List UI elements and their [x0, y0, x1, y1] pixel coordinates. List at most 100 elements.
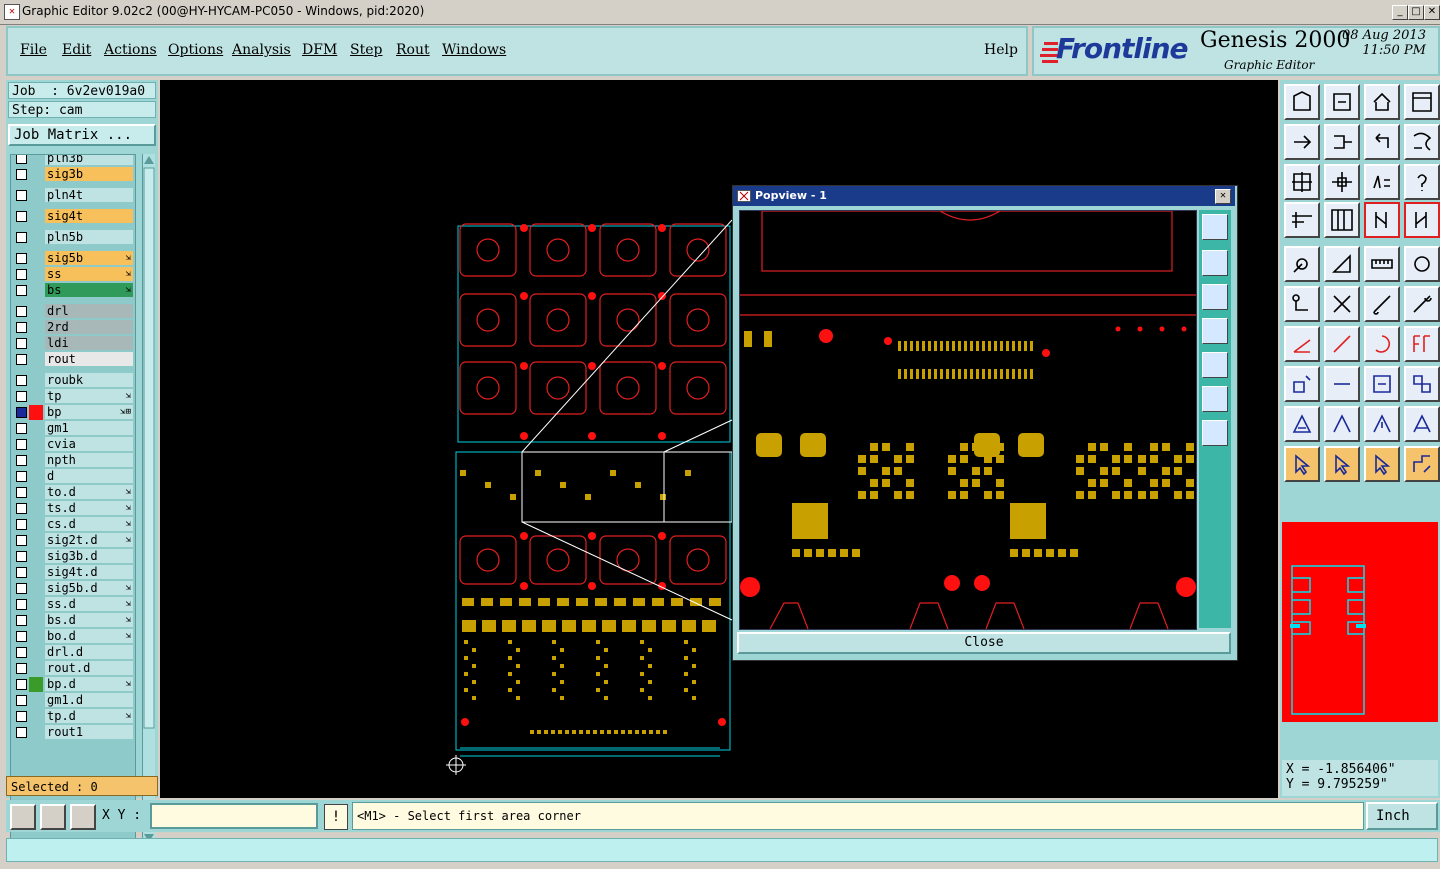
layer-checkbox[interactable]	[16, 487, 27, 498]
layer-display-marker[interactable]	[29, 613, 43, 628]
layer-row[interactable]: rout1	[11, 725, 135, 740]
layer-display-marker[interactable]	[29, 597, 43, 612]
layer-row[interactable]: tp.d ⇲	[11, 709, 135, 724]
layer-row[interactable]: roubk	[11, 373, 135, 388]
layer-name[interactable]: ss	[45, 267, 133, 281]
layer-display-marker[interactable]	[29, 155, 43, 166]
layer-name[interactable]: bs	[45, 283, 133, 297]
layer-checkbox[interactable]	[16, 423, 27, 434]
layer-row[interactable]: ss ⇲	[11, 267, 135, 282]
layer-scrollbar[interactable]	[142, 154, 155, 844]
layer-row[interactable]: cs.d ⇲	[11, 517, 135, 532]
menu-dfm[interactable]: DFM	[302, 42, 337, 58]
layer-row[interactable]: ts.d ⇲	[11, 501, 135, 516]
layer-name[interactable]: sig5b	[45, 251, 133, 265]
layer-checkbox[interactable]	[16, 647, 27, 658]
layer-row[interactable]: gm1.d	[11, 693, 135, 708]
layer-checkbox[interactable]	[16, 727, 27, 738]
layer-display-marker[interactable]	[29, 267, 43, 282]
layer-row[interactable]: sig5b ⇲	[11, 251, 135, 266]
layer-display-marker[interactable]	[29, 421, 43, 436]
layer-row[interactable]: tp ⇲	[11, 389, 135, 404]
layer-checkbox[interactable]	[16, 535, 27, 546]
layer-display-marker[interactable]	[29, 645, 43, 660]
menu-edit[interactable]: Edit	[62, 42, 91, 58]
layer-display-marker[interactable]	[29, 304, 43, 319]
layer-display-marker[interactable]	[29, 389, 43, 404]
pointer-icon[interactable]	[1284, 446, 1320, 482]
grid-icon[interactable]	[70, 804, 96, 830]
layer-display-marker[interactable]	[29, 453, 43, 468]
layer-checkbox[interactable]	[16, 567, 27, 578]
layer-checkbox[interactable]	[16, 439, 27, 450]
menu-help[interactable]: Help	[984, 42, 1018, 58]
menu-rout[interactable]: Rout	[396, 42, 430, 58]
layer-row[interactable]: sig4t	[11, 209, 135, 224]
layer-display-marker[interactable]	[29, 352, 43, 367]
layer-name[interactable]: ldi	[45, 336, 133, 350]
pointer2-icon[interactable]	[1324, 446, 1360, 482]
text-icon[interactable]	[1404, 326, 1440, 362]
layer-name[interactable]: gm1	[45, 421, 133, 435]
layer-checkbox[interactable]	[16, 306, 27, 317]
layer-row[interactable]: bp ⇲⊞	[11, 405, 135, 420]
layer-row[interactable]: drl.d	[11, 645, 135, 660]
layer-checkbox[interactable]	[16, 503, 27, 514]
layer-display-marker[interactable]	[29, 485, 43, 500]
layer-display-marker[interactable]	[29, 693, 43, 708]
layer-checkbox[interactable]	[16, 354, 27, 365]
move-icon[interactable]	[1364, 286, 1400, 322]
snap-icon[interactable]	[10, 804, 36, 830]
layer-checkbox[interactable]	[16, 211, 27, 222]
layer-name[interactable]: sig2t.d	[45, 533, 133, 547]
layer-row[interactable]: pln5b	[11, 230, 135, 245]
menu-windows[interactable]: Windows	[442, 42, 506, 58]
layer-display-marker[interactable]	[29, 251, 43, 266]
angle-icon[interactable]	[1284, 406, 1320, 442]
layer-checkbox[interactable]	[16, 663, 27, 674]
measure-icon[interactable]	[40, 804, 66, 830]
layer-row[interactable]: rout.d	[11, 661, 135, 676]
layer-checkbox[interactable]	[16, 631, 27, 642]
layer-name[interactable]: roubk	[45, 373, 133, 387]
layer-checkbox[interactable]	[16, 519, 27, 530]
layer-checkbox[interactable]	[16, 695, 27, 706]
layer-checkbox[interactable]	[16, 583, 27, 594]
layer-name[interactable]: ss.d	[45, 597, 133, 611]
layer-row[interactable]: bp.d ⇲	[11, 677, 135, 692]
home-icon[interactable]	[1364, 84, 1400, 120]
layer-name[interactable]: pln3b	[45, 155, 133, 165]
open-icon[interactable]	[1284, 84, 1320, 120]
zoom-fit-icon[interactable]	[1284, 164, 1320, 200]
undo-icon[interactable]	[1364, 124, 1400, 160]
layer-checkbox[interactable]	[16, 615, 27, 626]
layer-name[interactable]: 2rd	[45, 320, 133, 334]
unit-selector[interactable]: Inch	[1366, 802, 1438, 830]
layer-name[interactable]: pln5b	[45, 230, 133, 244]
line-red-icon[interactable]	[1324, 326, 1360, 362]
layer-row[interactable]: ss.d ⇲	[11, 597, 135, 612]
layer-checkbox[interactable]	[16, 551, 27, 562]
layer-name[interactable]: d	[45, 469, 133, 483]
menu-actions[interactable]: Actions	[104, 42, 157, 58]
prompt-button[interactable]: !	[324, 804, 348, 830]
export-icon[interactable]	[1324, 124, 1360, 160]
delete-icon[interactable]	[1324, 286, 1360, 322]
ruler-icon[interactable]	[1364, 246, 1400, 282]
mini-map[interactable]	[1282, 522, 1438, 722]
menu-options[interactable]: Options	[168, 42, 223, 58]
minimize-button[interactable]: _	[1392, 5, 1408, 20]
layer-name[interactable]: ts.d	[45, 501, 133, 515]
layer-row[interactable]: sig3b	[11, 167, 135, 182]
import-icon[interactable]	[1284, 124, 1320, 160]
layer-display-marker[interactable]	[29, 405, 43, 420]
layer-checkbox[interactable]	[16, 190, 27, 201]
layer-display-marker[interactable]	[29, 188, 43, 203]
layer-checkbox[interactable]	[16, 155, 27, 164]
layer-row[interactable]: cvia	[11, 437, 135, 452]
maximize-button[interactable]: □	[1408, 5, 1424, 20]
layer-display-marker[interactable]	[29, 565, 43, 580]
layer-name[interactable]: sig5b.d	[45, 581, 133, 595]
menu-file[interactable]: File	[20, 42, 47, 58]
layer-row[interactable]: pln4t	[11, 188, 135, 203]
